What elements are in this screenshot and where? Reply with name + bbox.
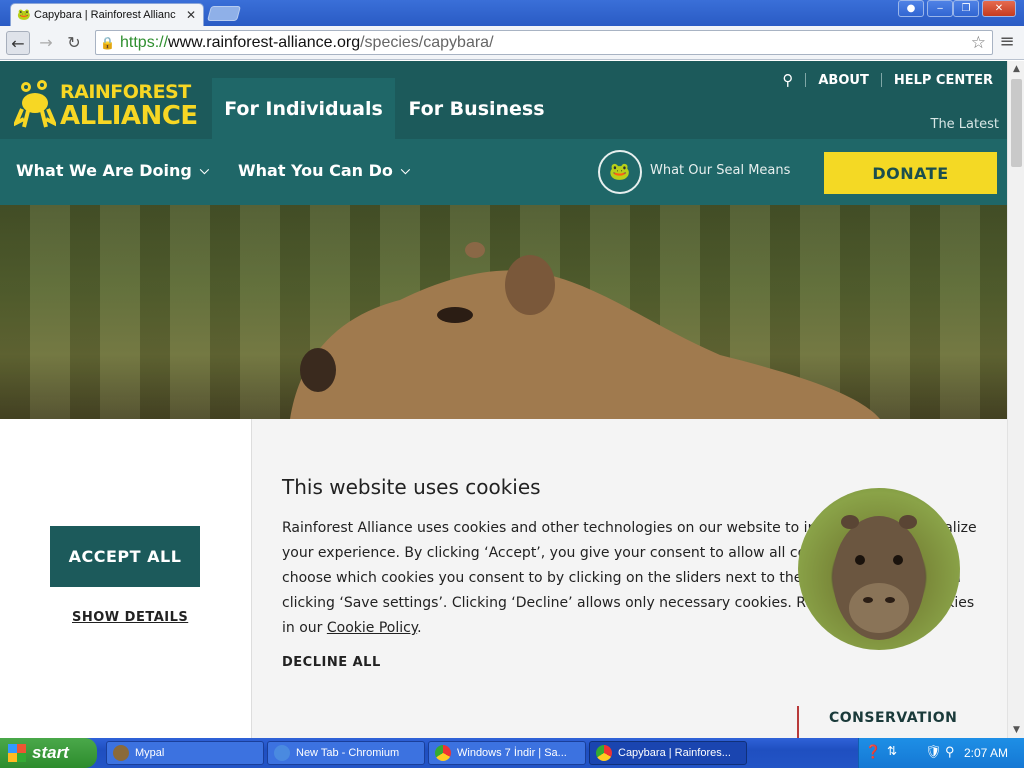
browser-toolbar: ← → ↻ 🔒 https://www.rainforest-alliance.…	[0, 26, 1024, 60]
about-link[interactable]: ABOUT	[818, 73, 868, 88]
tab-title: Capybara | Rainforest Allianc	[34, 9, 176, 21]
clock: 2:07 AM	[963, 746, 1008, 760]
url-path: /species/capybara/	[360, 33, 494, 51]
bookmark-star-icon[interactable]: ☆	[971, 33, 986, 53]
top-links: ⚲ ABOUT HELP CENTER	[782, 71, 993, 89]
browser-menu-icon[interactable]: ≡	[998, 32, 1016, 52]
windows-logo-icon	[8, 744, 26, 762]
address-bar[interactable]: 🔒 https://www.rainforest-alliance.org/sp…	[95, 30, 993, 55]
taskbar-item-capybara[interactable]: Capybara | Rainfores...	[589, 741, 747, 765]
site-header: RAINFOREST ALLIANCE For Individuals For …	[0, 61, 1007, 205]
new-tab-button[interactable]	[206, 6, 242, 21]
tab-for-business[interactable]: For Business	[399, 78, 554, 139]
back-button[interactable]: ←	[6, 31, 30, 55]
seal-icon[interactable]: 🐸	[598, 150, 642, 194]
chrome-icon	[596, 745, 612, 761]
divider	[805, 73, 807, 87]
scroll-thumb[interactable]	[1011, 79, 1022, 167]
url-scheme: https://	[120, 33, 169, 51]
accept-all-button[interactable]: ACCEPT ALL	[50, 526, 200, 587]
browser-tab-active[interactable]: 🐸 Capybara | Rainforest Allianc ✕	[10, 3, 204, 26]
lock-icon: 🔒	[100, 35, 115, 50]
title-bar: 🐸 Capybara | Rainforest Allianc ✕ ● ‒ ❐ …	[0, 0, 1024, 26]
search-tray-icon[interactable]: ⚲	[945, 744, 955, 760]
url-host: www.rainforest-alliance.org	[168, 33, 361, 51]
frog-favicon-icon: 🐸	[17, 9, 31, 21]
taskbar-item-mypal[interactable]: Mypal	[106, 741, 264, 765]
restore-button[interactable]: ❐	[953, 0, 979, 17]
task-label: New Tab - Chromium	[296, 747, 400, 759]
forward-button[interactable]: →	[34, 31, 58, 55]
conservation-heading: CONSERVATION	[829, 710, 958, 726]
seal-link[interactable]: What Our Seal Means	[650, 163, 790, 178]
close-window-button[interactable]: ✕	[982, 0, 1016, 17]
capybara-illustration	[290, 242, 880, 419]
close-tab-icon[interactable]: ✕	[185, 8, 197, 22]
site-logo[interactable]: RAINFOREST ALLIANCE	[14, 79, 198, 129]
search-icon[interactable]: ⚲	[782, 71, 793, 89]
tab-for-individuals[interactable]: For Individuals	[212, 78, 395, 139]
task-label: Windows 7 İndir | Sa...	[457, 747, 567, 759]
help-center-link[interactable]: HELP CENTER	[894, 73, 993, 88]
reload-button[interactable]: ↻	[62, 31, 86, 55]
logo-text-line2: ALLIANCE	[60, 101, 198, 131]
menu-what-we-are-doing[interactable]: What We Are Doing ⌵	[16, 161, 209, 180]
scroll-up-icon[interactable]: ▲	[1008, 61, 1024, 77]
profile-icon[interactable]: ●	[898, 0, 924, 17]
security-icon[interactable]: 🛡	[925, 744, 942, 760]
task-label: Capybara | Rainfores...	[618, 747, 731, 759]
cookie-title: This website uses cookies	[282, 475, 541, 499]
help-icon[interactable]: ❓	[865, 744, 881, 760]
web-page: RAINFOREST ALLIANCE For Individuals For …	[0, 61, 1007, 738]
chrome-icon	[435, 745, 451, 761]
the-latest-link[interactable]: The Latest	[931, 117, 1000, 132]
chevron-down-icon: ⌵	[400, 163, 411, 177]
donate-button[interactable]: DONATE	[824, 152, 997, 194]
divider	[880, 73, 882, 87]
menu-what-you-can-do[interactable]: What You Can Do ⌵	[238, 161, 410, 180]
mypal-icon	[113, 745, 129, 761]
start-button[interactable]: start	[0, 738, 97, 768]
chevron-down-icon: ⌵	[199, 163, 209, 177]
capybara-face-illustration	[833, 515, 925, 640]
menu-label: What You Can Do	[238, 161, 393, 180]
cookie-text-end: .	[417, 620, 422, 636]
page-scrollbar[interactable]: ▲ ▼	[1007, 61, 1024, 738]
show-details-link[interactable]: SHOW DETAILS	[72, 610, 188, 625]
windows-taskbar: start Mypal New Tab - Chromium Windows 7…	[0, 738, 1024, 768]
scroll-down-icon[interactable]: ▼	[1008, 722, 1024, 738]
taskbar-item-chromium[interactable]: New Tab - Chromium	[267, 741, 425, 765]
start-label: start	[32, 743, 69, 762]
system-tray: ❓ ⇅ 🛡 ⚲ 2:07 AM	[858, 738, 1024, 768]
hero-capybara-image	[0, 205, 1007, 419]
task-label: Mypal	[135, 747, 165, 759]
capybara-avatar-image	[798, 488, 960, 650]
decline-all-button[interactable]: DECLINE ALL	[282, 655, 381, 670]
taskbar-item-windows7[interactable]: Windows 7 İndir | Sa...	[428, 741, 586, 765]
frog-logo-icon	[14, 80, 56, 128]
network-icon[interactable]: ⇅	[887, 744, 897, 758]
cookie-policy-link[interactable]: Cookie Policy	[327, 620, 417, 636]
section-accent-line	[797, 706, 799, 738]
menu-label: What We Are Doing	[16, 161, 192, 180]
chromium-icon	[274, 745, 290, 761]
minimize-button[interactable]: ‒	[927, 0, 953, 17]
